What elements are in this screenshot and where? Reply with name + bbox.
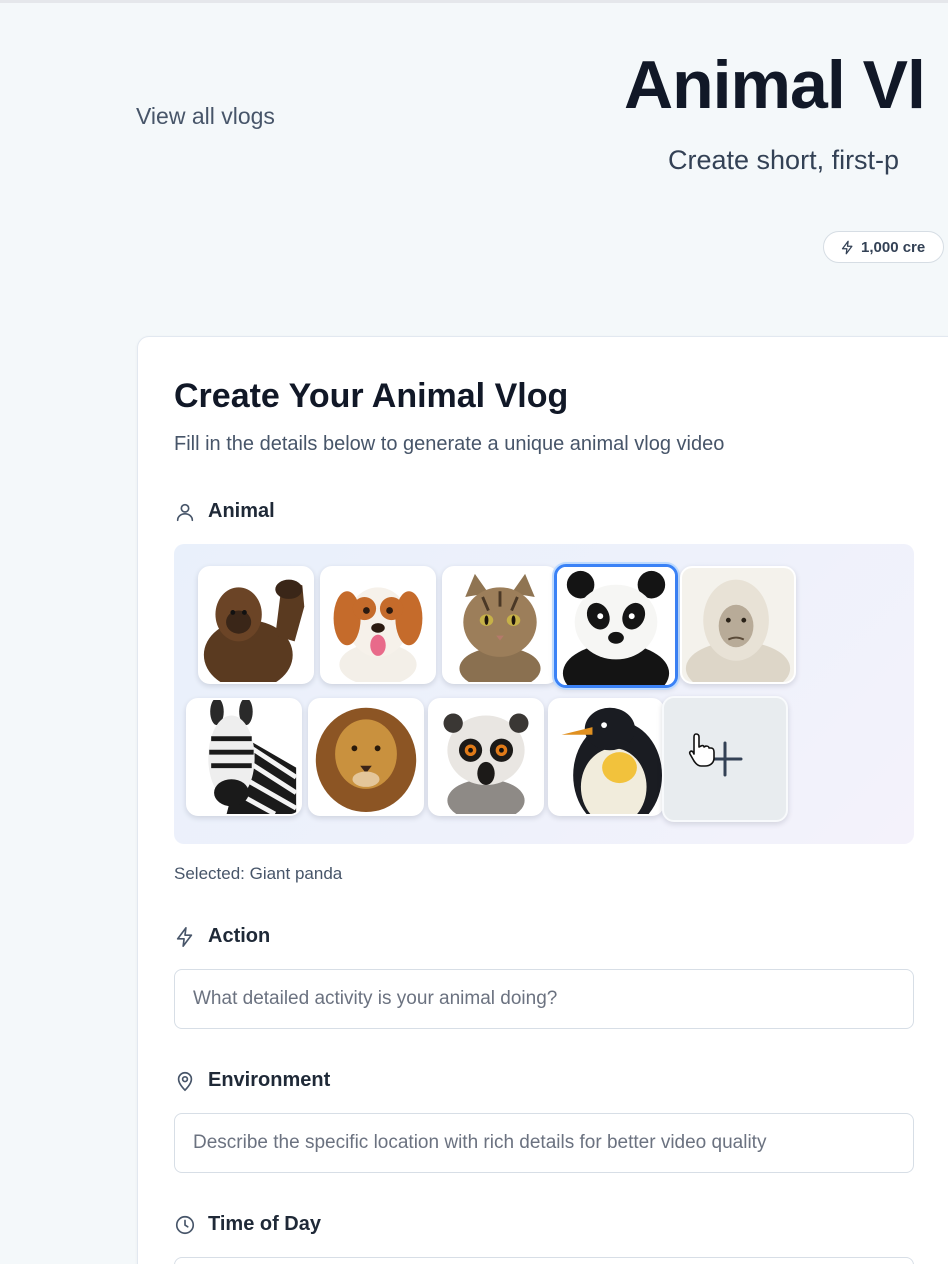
- lightning-icon: [176, 926, 193, 947]
- animal-option-yeti[interactable]: [680, 566, 796, 684]
- credits-badge: 1,000 cre: [823, 231, 945, 263]
- animal-label-text: Animal: [208, 500, 275, 522]
- action-label-text: Action: [208, 925, 271, 947]
- add-animal-button[interactable]: [662, 696, 788, 822]
- top-border: [0, 0, 948, 3]
- time-of-day-label-text: Time of Day: [208, 1213, 321, 1235]
- environment-label-text: Environment: [208, 1069, 331, 1091]
- animal-option-lemur[interactable]: [428, 698, 544, 816]
- animal-option-dog[interactable]: [320, 566, 436, 684]
- animal-label: Animal: [174, 500, 275, 523]
- environment-input[interactable]: [174, 1113, 914, 1173]
- card-title: Create Your Animal Vlog: [174, 377, 569, 415]
- lemur-icon: [430, 700, 542, 814]
- credits-text: 1,000 cre: [861, 238, 926, 256]
- time-of-day-select[interactable]: [174, 1257, 914, 1264]
- clock-icon: [175, 1215, 195, 1234]
- create-vlog-card: Create Your Animal Vlog Fill in the deta…: [137, 336, 948, 1264]
- action-input[interactable]: [174, 969, 914, 1029]
- animal-option-gorilla[interactable]: [198, 566, 314, 684]
- view-all-vlogs-link[interactable]: View all vlogs: [136, 103, 275, 130]
- gorilla-icon: [200, 568, 312, 682]
- yeti-icon: [682, 568, 794, 682]
- environment-label: Environment: [174, 1069, 330, 1092]
- card-description: Fill in the details below to generate a …: [174, 433, 725, 455]
- selected-animal-text: Selected: Giant panda: [174, 864, 343, 883]
- dog-icon: [322, 568, 434, 682]
- animal-option-penguin[interactable]: [548, 698, 664, 816]
- page-title: Animal Vl: [624, 47, 926, 123]
- user-icon: [176, 503, 194, 521]
- animal-option-cat[interactable]: [442, 566, 558, 684]
- page-subtitle: Create short, first-p: [668, 145, 900, 175]
- animal-picker: [174, 544, 914, 844]
- time-of-day-label: Time of Day: [174, 1213, 321, 1236]
- animal-option-zebra[interactable]: [186, 698, 302, 816]
- animal-option-giant-panda[interactable]: [554, 564, 678, 688]
- panda-icon: [557, 567, 675, 685]
- penguin-icon: [550, 700, 662, 814]
- animal-option-lion[interactable]: [308, 698, 424, 816]
- lightning-icon: [841, 240, 853, 254]
- action-label: Action: [174, 925, 270, 948]
- cat-icon: [444, 568, 556, 682]
- lion-icon: [310, 700, 422, 814]
- map-pin-icon: [177, 1071, 193, 1091]
- zebra-icon: [188, 700, 300, 814]
- plus-icon: [707, 741, 743, 777]
